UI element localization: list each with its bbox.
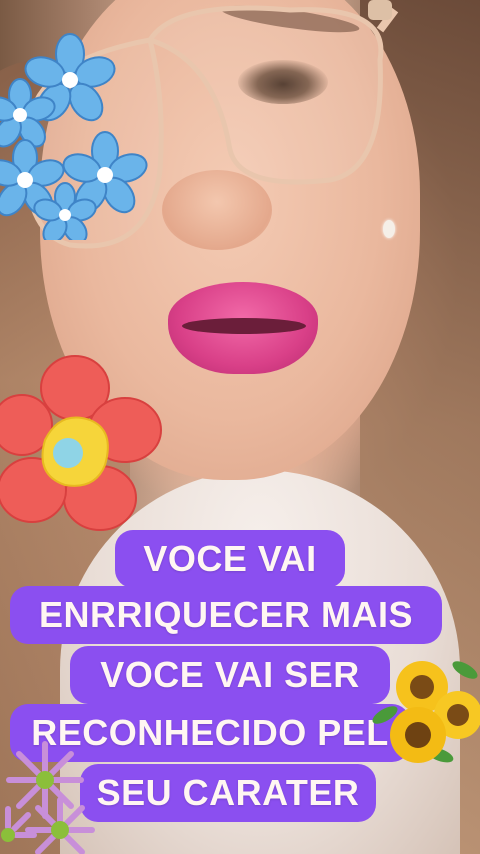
caption-line-3: VOCE VAI SER: [70, 646, 390, 704]
photo-scene: VOCE VAI ENRRIQUECER MAIS VOCE VAI SER R…: [0, 0, 480, 854]
pink-daisies-icon: [1, 741, 95, 854]
caption-line-1: VOCE VAI: [115, 530, 345, 588]
caption-line-5: SEU CARATER: [80, 764, 376, 822]
caption-line-2: ENRRIQUECER MAIS: [10, 586, 442, 644]
sunflowers-icon: [372, 661, 480, 763]
